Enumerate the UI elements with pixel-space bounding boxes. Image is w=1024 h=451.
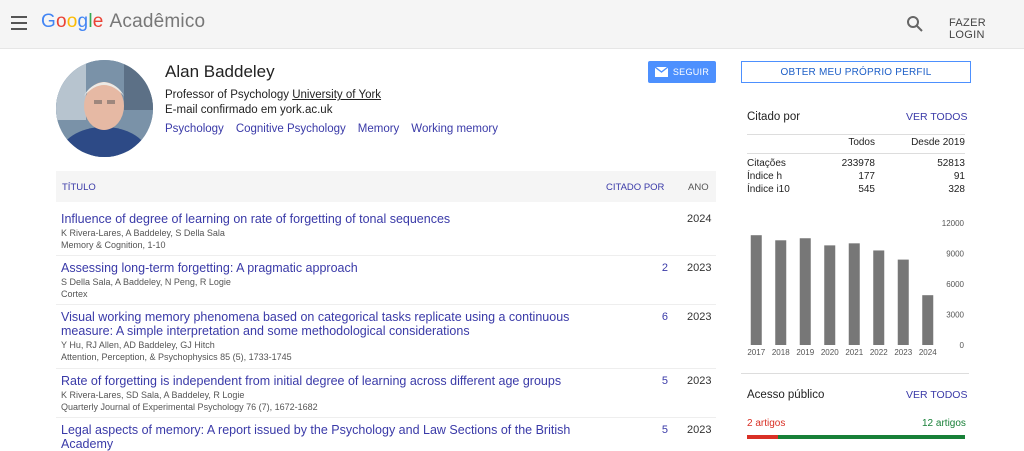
articles-available: 12 artigos xyxy=(922,418,966,429)
articles-table-header: TÍTULO CITADO POR ANO xyxy=(56,171,716,202)
chart-bar-2021[interactable] xyxy=(848,243,860,345)
chart-bar-2018[interactable] xyxy=(775,240,787,345)
row-divider xyxy=(56,304,716,305)
article-title-link[interactable]: Visual working memory phenomena based on… xyxy=(61,310,621,338)
article-authors: K Rivera-Lares, A Baddeley, S Della Sala xyxy=(61,228,225,238)
stats-row: Índice i10 545 328 xyxy=(747,184,965,195)
stats-header-since: Desde 2019 xyxy=(911,137,965,148)
login-button[interactable]: FAZER LOGIN xyxy=(949,17,1024,41)
article-year: 2023 xyxy=(687,311,712,323)
citation-stats: Todos Desde 2019 Citações 233978 52813 Índ… xyxy=(747,134,965,197)
access-bar-unavailable xyxy=(747,435,778,439)
article-cites-link[interactable]: 6 xyxy=(616,311,668,323)
chart-bar-2019[interactable] xyxy=(799,238,811,345)
article-venue: Memory & Cognition, 1-10 xyxy=(61,240,166,250)
chart-y-tick: 9000 xyxy=(946,250,964,259)
article-year: 2023 xyxy=(687,262,712,274)
follow-button[interactable]: SEGUIR xyxy=(648,61,716,83)
stats-row: Índice h 177 91 xyxy=(747,171,965,182)
email-verified: E-mail confirmado em york.ac.uk xyxy=(165,104,333,116)
article-authors: K Rivera-Lares, SD Sala, A Baddeley, R L… xyxy=(61,390,245,400)
chart-x-label: 2017 xyxy=(747,348,765,357)
article-title-link[interactable]: Influence of degree of learning on rate … xyxy=(61,212,621,226)
chart-bar-2017[interactable] xyxy=(750,235,762,345)
row-divider xyxy=(56,368,716,369)
envelope-icon xyxy=(654,67,668,77)
top-bar: Google Acadêmico FAZER LOGIN xyxy=(0,0,1024,49)
cited-by-title: Citado por xyxy=(747,111,801,123)
access-bar-available xyxy=(778,435,965,439)
chart-x-label: 2024 xyxy=(919,348,937,357)
chart-y-tick: 12000 xyxy=(942,219,965,228)
chart-y-tick: 6000 xyxy=(946,280,964,289)
chart-x-label: 2021 xyxy=(845,348,863,357)
chart-x-label: 2018 xyxy=(772,348,790,357)
interest-link[interactable]: Memory xyxy=(358,123,400,135)
article-cites-link[interactable]: 2 xyxy=(616,262,668,274)
article-authors: Y Hu, RJ Allen, AD Baddeley, GJ Hitch xyxy=(61,340,215,350)
chart-bar-2023[interactable] xyxy=(897,259,909,345)
article-cites-link[interactable]: 5 xyxy=(616,375,668,387)
interest-link[interactable]: Psychology xyxy=(165,123,224,135)
stats-row: Citações 233978 52813 xyxy=(747,158,965,169)
search-icon[interactable] xyxy=(906,15,924,33)
sort-cited-header[interactable]: CITADO POR xyxy=(606,182,664,193)
citations-per-year-chart: 2017 2018 2019 2020 2021 2022 2023 2024 12000 900… xyxy=(747,219,965,357)
avatar xyxy=(56,60,153,157)
article-cites-link[interactable]: 5 xyxy=(616,424,668,436)
article-venue: Cortex xyxy=(61,289,88,299)
scholar-logo[interactable]: Google Acadêmico xyxy=(41,11,205,33)
profile-name: Alan Baddeley xyxy=(165,62,275,81)
menu-icon[interactable] xyxy=(11,16,27,30)
chart-bar-2022[interactable] xyxy=(873,250,885,345)
sort-year-header[interactable]: ANO xyxy=(688,182,709,193)
chart-x-label: 2023 xyxy=(894,348,912,357)
affiliation-link[interactable]: University of York xyxy=(292,89,381,101)
cited-view-all-link[interactable]: VER TODOS xyxy=(906,111,967,123)
stats-header-all: Todos xyxy=(848,137,875,148)
chart-bar-2024[interactable] xyxy=(922,295,934,345)
chart-y-tick: 0 xyxy=(960,341,965,350)
article-authors: S Della Sala, A Baddeley, N Peng, R Logi… xyxy=(61,277,231,287)
article-year: 2023 xyxy=(687,424,712,436)
article-venue: Attention, Perception, & Psychophysics 8… xyxy=(61,352,292,362)
article-title-link[interactable]: Assessing long-term forgetting: A pragma… xyxy=(61,261,621,275)
article-year: 2023 xyxy=(687,375,712,387)
row-divider xyxy=(56,255,716,256)
interest-link[interactable]: Cognitive Psychology xyxy=(236,123,346,135)
interests: Psychology Cognitive Psychology Memory Work… xyxy=(165,123,510,135)
sidebar-divider xyxy=(741,373,969,374)
product-name: Acadêmico xyxy=(109,11,206,32)
chart-x-label: 2020 xyxy=(821,348,839,357)
row-divider xyxy=(56,417,716,418)
interest-link[interactable]: Working memory xyxy=(411,123,498,135)
chart-x-label: 2022 xyxy=(870,348,888,357)
chart-y-tick: 3000 xyxy=(946,311,964,320)
article-venue: Quarterly Journal of Experimental Psycho… xyxy=(61,402,318,412)
article-title-link[interactable]: Legal aspects of memory: A report issued… xyxy=(61,423,621,451)
sort-title-header[interactable]: TÍTULO xyxy=(62,182,96,193)
public-access-title: Acesso público xyxy=(747,389,825,401)
affiliation: Professor of Psychology University of Yo… xyxy=(165,89,382,101)
articles-unavailable: 2 artigos xyxy=(747,418,786,429)
get-own-profile-button[interactable]: OBTER MEU PRÓPRIO PERFIL xyxy=(741,61,971,83)
public-access-view-all-link[interactable]: VER TODOS xyxy=(906,389,967,401)
chart-x-label: 2019 xyxy=(796,348,814,357)
article-title-link[interactable]: Rate of forgetting is independent from i… xyxy=(61,374,621,388)
chart-bar-2020[interactable] xyxy=(824,245,836,345)
article-year: 2024 xyxy=(687,213,712,225)
